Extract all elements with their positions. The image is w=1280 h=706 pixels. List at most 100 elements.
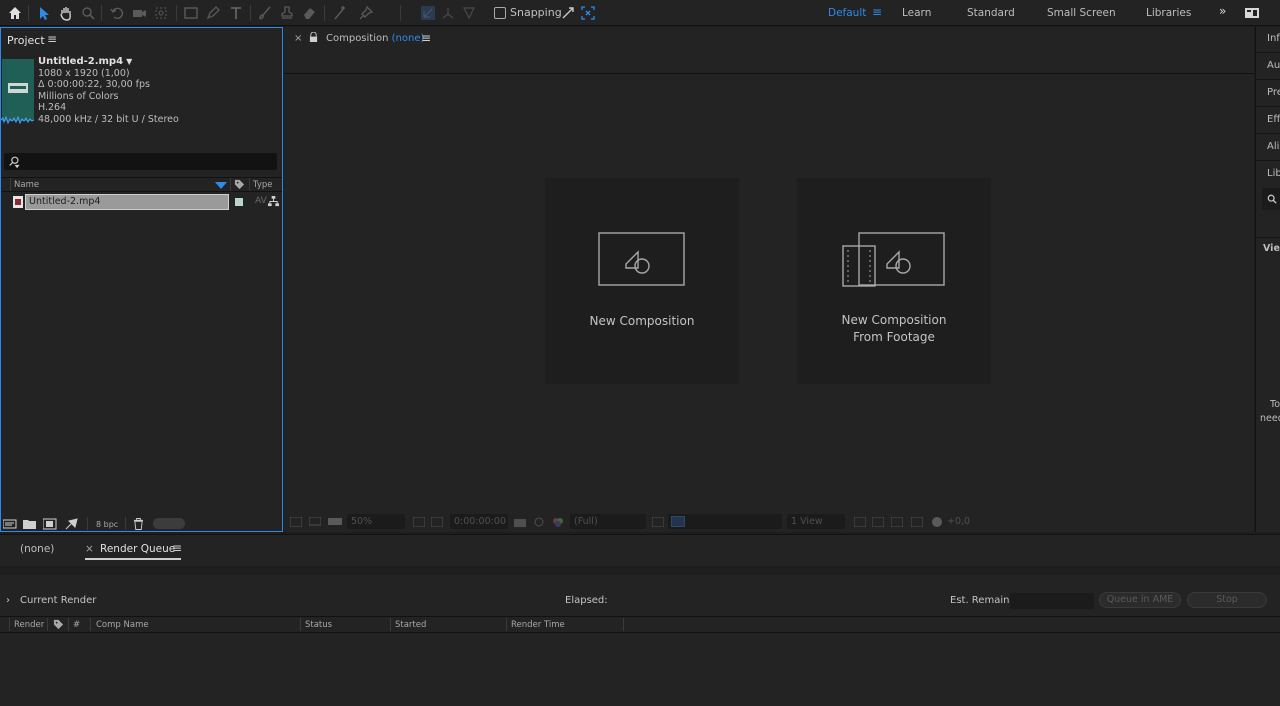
snap-features-icon[interactable] xyxy=(578,3,598,23)
item-name-cell[interactable]: Untitled-2.mp4 xyxy=(25,194,229,210)
magnification-dropdown[interactable]: 50% xyxy=(347,514,405,529)
composition-tab-value: (none) xyxy=(391,33,425,44)
toggle-pixel-aspect-icon[interactable] xyxy=(854,517,866,527)
clone-stamp-tool-icon[interactable] xyxy=(277,3,297,23)
always-preview-icon[interactable] xyxy=(290,517,302,527)
tab-libraries[interactable]: Libraries xyxy=(1267,168,1280,179)
tab-audio[interactable]: Audio xyxy=(1267,60,1280,71)
resolution-dropdown[interactable]: (Full) xyxy=(570,514,646,529)
search-help-icon[interactable] xyxy=(1242,3,1262,23)
type-tool-icon[interactable] xyxy=(226,3,246,23)
rectangle-tool-icon[interactable] xyxy=(181,3,201,23)
hand-tool-icon[interactable] xyxy=(56,3,76,23)
new-composition-button[interactable]: New Composition xyxy=(545,178,739,384)
column-render[interactable]: Render xyxy=(14,620,44,630)
project-settings-icon[interactable] xyxy=(65,518,79,530)
brush-tool-icon[interactable] xyxy=(255,3,275,23)
workspace-default[interactable]: Default xyxy=(828,7,866,19)
label-tag-icon[interactable] xyxy=(53,619,64,630)
expand-chevron-icon[interactable]: › xyxy=(6,595,10,606)
workspace-menu-icon[interactable]: ≡ xyxy=(872,5,882,19)
column-started[interactable]: Started xyxy=(395,620,426,630)
column-render-time[interactable]: Render Time xyxy=(511,620,565,630)
flowchart-icon[interactable] xyxy=(911,517,923,527)
close-icon[interactable]: × xyxy=(85,543,94,555)
footage-usage-dropdown-icon[interactable]: ▼ xyxy=(126,57,132,66)
libraries-search-input[interactable] xyxy=(1262,188,1280,210)
timeline-icon[interactable] xyxy=(891,517,903,527)
tab-info[interactable]: Info xyxy=(1267,33,1280,44)
render-queue-menu-icon[interactable]: ≡ xyxy=(172,541,182,555)
rotation-tool-icon[interactable] xyxy=(107,3,127,23)
label-tag-icon[interactable] xyxy=(234,179,245,190)
workspace-small-screen[interactable]: Small Screen xyxy=(1047,7,1116,19)
column-name[interactable]: Name xyxy=(14,180,39,190)
new-folder-icon[interactable] xyxy=(23,518,37,530)
composition-viewer[interactable]: New Composition New Composition From Foo… xyxy=(284,75,1254,507)
project-panel-menu-icon[interactable]: ≡ xyxy=(47,32,57,46)
search-icon xyxy=(9,156,20,169)
view-axis-icon[interactable] xyxy=(459,3,479,23)
world-axis-icon[interactable] xyxy=(438,3,458,23)
workspace-standard[interactable]: Standard xyxy=(967,7,1015,19)
project-panel-title[interactable]: Project xyxy=(7,34,45,47)
tab-composition[interactable]: Composition (none) xyxy=(326,33,424,44)
libraries-view-label[interactable]: View xyxy=(1263,243,1280,254)
new-composition-from-footage-button[interactable]: New Composition From Footage xyxy=(797,178,991,384)
snapping-checkbox[interactable] xyxy=(494,7,506,19)
region-of-interest-icon[interactable] xyxy=(652,517,664,527)
camera-tool-icon[interactable] xyxy=(129,3,149,23)
label-color-swatch[interactable] xyxy=(235,198,243,206)
column-number[interactable]: # xyxy=(73,620,80,630)
home-icon[interactable] xyxy=(5,3,25,23)
puppet-tool-icon[interactable] xyxy=(356,3,376,23)
pan-behind-tool-icon[interactable] xyxy=(151,3,171,23)
tab-timeline-none[interactable]: (none) xyxy=(20,543,54,555)
queue-in-ame-button[interactable]: Queue in AME xyxy=(1099,592,1181,608)
tab-effects-presets[interactable]: Effects & Presets xyxy=(1267,114,1280,125)
tab-align[interactable]: Align xyxy=(1267,141,1280,152)
stop-button[interactable]: Stop xyxy=(1187,592,1267,608)
selection-tool-icon[interactable] xyxy=(34,3,54,23)
project-item-row[interactable]: Untitled-2.mp4 AV xyxy=(1,193,282,210)
est-remain-label: Est. Remain: xyxy=(950,595,1013,606)
show-snapshot-icon[interactable] xyxy=(533,517,545,527)
vr-goggles-icon[interactable] xyxy=(328,517,342,527)
view-layout-dropdown[interactable]: 1 View xyxy=(787,514,845,529)
sort-descending-icon[interactable] xyxy=(215,182,227,190)
tab-preview[interactable]: Preview xyxy=(1267,87,1280,98)
trash-icon[interactable] xyxy=(133,518,144,530)
color-channels-icon[interactable] xyxy=(552,517,564,527)
local-axis-icon[interactable] xyxy=(418,3,438,23)
pen-tool-icon[interactable] xyxy=(203,3,223,23)
camera-view-dropdown[interactable] xyxy=(668,514,782,529)
monitor-icon[interactable] xyxy=(309,517,321,527)
workspace-learn[interactable]: Learn xyxy=(902,7,931,19)
column-type[interactable]: Type xyxy=(253,180,273,190)
close-icon[interactable]: × xyxy=(294,33,302,44)
eraser-tool-icon[interactable] xyxy=(299,3,319,23)
zoom-tool-icon[interactable] xyxy=(78,3,98,23)
mask-visibility-icon[interactable] xyxy=(431,517,443,527)
project-search-input[interactable] xyxy=(4,153,277,170)
exposure-value[interactable]: +0,0 xyxy=(947,516,970,527)
tab-render-queue[interactable]: Render Queue xyxy=(100,543,175,555)
safe-margins-icon[interactable] xyxy=(413,517,425,527)
roto-brush-tool-icon[interactable] xyxy=(330,3,350,23)
fast-previews-icon[interactable] xyxy=(872,517,884,527)
workspace-libraries[interactable]: Libraries xyxy=(1146,7,1191,19)
current-time-field[interactable]: 0:00:00:00 xyxy=(450,514,508,529)
project-panel: Project ≡ Untitled-2.mp4 ▼ 1080 x 1920 (… xyxy=(0,27,283,532)
reset-exposure-icon[interactable] xyxy=(931,516,943,528)
snap-edges-icon[interactable] xyxy=(558,3,578,23)
bit-depth-button[interactable]: 8 bpc xyxy=(96,520,118,529)
thumbnail-size-slider[interactable] xyxy=(153,518,185,529)
column-comp-name[interactable]: Comp Name xyxy=(96,620,149,630)
composition-panel-menu-icon[interactable]: ≡ xyxy=(421,31,431,45)
interpret-footage-icon[interactable] xyxy=(3,518,17,530)
lock-icon[interactable] xyxy=(309,32,318,43)
new-composition-icon[interactable] xyxy=(43,518,57,530)
snapshot-camera-icon[interactable] xyxy=(514,517,526,527)
workspace-overflow-icon[interactable]: » xyxy=(1219,4,1226,18)
column-status[interactable]: Status xyxy=(305,620,332,630)
